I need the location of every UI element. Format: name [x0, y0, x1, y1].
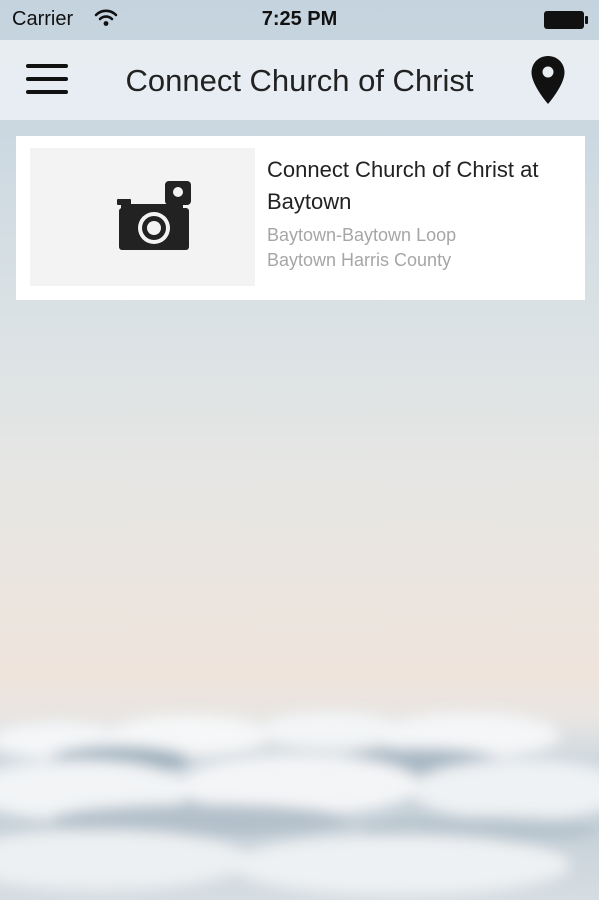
camera-icon — [117, 181, 191, 250]
church-name: Connect Church of Christ at Baytown — [267, 157, 539, 214]
cloud-background — [0, 712, 599, 895]
page-title: Connect Church of Christ — [125, 63, 474, 98]
church-thumbnail — [30, 148, 255, 286]
status-time: 7:25 PM — [261, 8, 338, 30]
church-address: Baytown-Baytown Loop Baytown Harris Coun… — [267, 223, 567, 273]
address-line-2: Baytown Harris County — [267, 250, 452, 270]
navigation-bar: Connect Church of Christ — [0, 40, 599, 120]
address-line-1: Baytown-Baytown Loop — [267, 225, 457, 245]
church-list-item[interactable]: Connect Church of Christ at Baytown Bayt… — [16, 136, 585, 300]
location-pin-icon[interactable] — [530, 55, 566, 105]
battery-icon — [544, 11, 588, 29]
status-bar: Carrier 7:25 PM — [0, 0, 599, 40]
